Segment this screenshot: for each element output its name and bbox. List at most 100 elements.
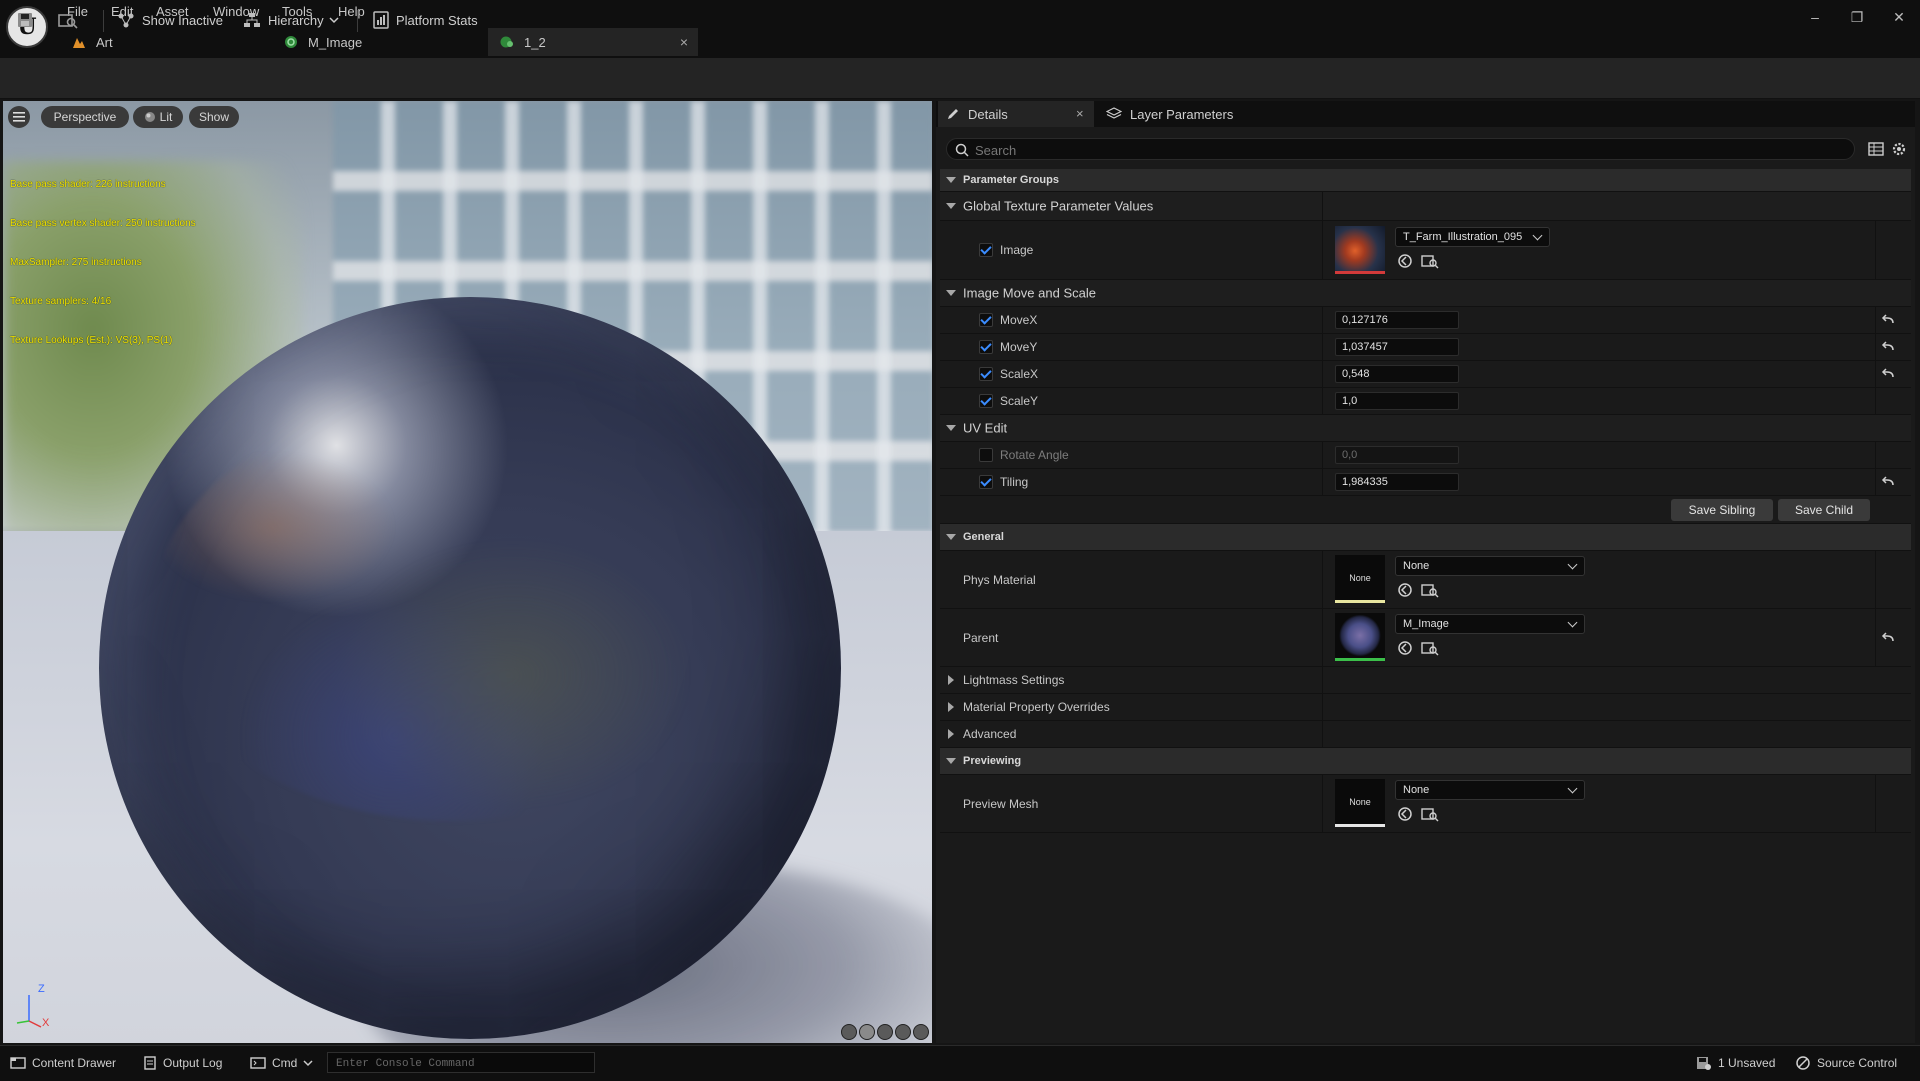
close-window-button[interactable]: ✕ xyxy=(1882,6,1916,28)
use-selected-icon[interactable] xyxy=(1397,253,1413,269)
unsaved-indicator[interactable]: 1 Unsaved xyxy=(1696,1054,1775,1072)
movex-checkbox[interactable] xyxy=(979,313,993,327)
save-child-button[interactable]: Save Child xyxy=(1778,499,1870,521)
tiling-input[interactable]: 1,984335 xyxy=(1335,473,1459,491)
lit-button[interactable]: Lit xyxy=(133,106,183,128)
parent-material-dropdown[interactable]: M_Image xyxy=(1395,614,1585,634)
cylinder-shape-icon[interactable] xyxy=(841,1024,857,1040)
browse-folder-icon[interactable] xyxy=(1421,253,1439,269)
movey-checkbox[interactable] xyxy=(979,340,993,354)
category-previewing[interactable]: Previewing xyxy=(940,748,1911,775)
pencil-icon xyxy=(948,109,958,119)
save-sibling-button[interactable]: Save Sibling xyxy=(1671,499,1773,521)
source-control-button[interactable]: Source Control xyxy=(1795,1054,1897,1072)
group-advanced[interactable]: Advanced xyxy=(940,721,1911,748)
collapse-arrow-icon xyxy=(948,729,954,739)
reset-to-default-icon[interactable] xyxy=(1880,474,1896,490)
table-view-icon[interactable] xyxy=(1868,141,1884,157)
phys-material-dropdown[interactable]: None xyxy=(1395,556,1585,576)
show-button[interactable]: Show xyxy=(189,106,239,128)
browse-folder-icon[interactable] xyxy=(1421,806,1439,822)
group-material-property-overrides[interactable]: Material Property Overrides xyxy=(940,694,1911,721)
content-drawer-button[interactable]: Content Drawer xyxy=(10,1054,116,1072)
tab-layer-parameters[interactable]: Layer Parameters xyxy=(1098,101,1278,127)
browse-asset-button[interactable] xyxy=(58,8,85,32)
content-drawer-icon xyxy=(10,1057,26,1069)
column-divider xyxy=(1875,442,1876,468)
lit-label: Lit xyxy=(159,110,173,124)
search-box[interactable] xyxy=(946,138,1855,160)
viewport-options-button[interactable] xyxy=(8,106,30,128)
material-preview-viewport[interactable]: Perspective Lit Show Base pass shader: 2… xyxy=(3,101,932,1043)
movex-input[interactable]: 0,127176 xyxy=(1335,311,1459,329)
output-log-button[interactable]: Output Log xyxy=(143,1054,222,1072)
save-button[interactable] xyxy=(16,8,41,32)
hamburger-menu-icon xyxy=(13,112,25,122)
search-input[interactable] xyxy=(973,141,1837,159)
column-divider xyxy=(1875,361,1876,387)
settings-gear-icon[interactable] xyxy=(1891,141,1907,157)
reset-to-default-icon[interactable] xyxy=(1880,312,1896,328)
browse-folder-icon[interactable] xyxy=(1421,640,1439,656)
use-selected-icon[interactable] xyxy=(1397,640,1413,656)
group-image-move-scale[interactable]: Image Move and Scale xyxy=(940,280,1911,307)
category-label: Parameter Groups xyxy=(963,174,1059,186)
group-global-texture[interactable]: Global Texture Parameter Values xyxy=(940,192,1911,221)
close-tab-icon[interactable]: × xyxy=(680,34,688,50)
parent-material-thumbnail[interactable] xyxy=(1335,613,1385,661)
minimize-button[interactable]: – xyxy=(1798,6,1832,28)
tab-details[interactable]: Details × xyxy=(938,101,1094,127)
chevron-down-icon xyxy=(329,17,339,24)
reset-to-default-icon[interactable] xyxy=(1880,630,1896,646)
stat-line: MaxSampler: 275 instructions xyxy=(10,257,142,268)
restore-button[interactable]: ❐ xyxy=(1840,6,1874,28)
texture-asset-dropdown[interactable]: T_Farm_Illustration_095 xyxy=(1395,227,1550,247)
show-inactive-button[interactable]: Show Inactive xyxy=(117,8,223,32)
scalex-input[interactable]: 0,548 xyxy=(1335,365,1459,383)
preview-mesh-thumbnail[interactable]: None xyxy=(1335,779,1385,827)
rotate-angle-input[interactable]: 0,0 xyxy=(1335,446,1459,464)
use-selected-icon[interactable] xyxy=(1397,582,1413,598)
movey-input[interactable]: 1,037457 xyxy=(1335,338,1459,356)
plane-shape-icon[interactable] xyxy=(877,1024,893,1040)
sphere-shape-icon[interactable] xyxy=(859,1024,875,1040)
name-column xyxy=(940,469,1323,495)
image-checkbox[interactable] xyxy=(979,243,993,257)
preview-mesh-dropdown[interactable]: None xyxy=(1395,780,1585,800)
property-label: Parent xyxy=(963,630,999,645)
scaley-checkbox[interactable] xyxy=(979,394,993,408)
stat-line: Texture Lookups (Est.): VS(3), PS(1) xyxy=(10,335,173,346)
category-general[interactable]: General xyxy=(940,524,1911,551)
row-phys-material: Phys Material None None xyxy=(940,551,1911,609)
group-lightmass-settings[interactable]: Lightmass Settings xyxy=(940,667,1911,694)
use-selected-icon[interactable] xyxy=(1397,806,1413,822)
reset-to-default-icon[interactable] xyxy=(1880,339,1896,355)
group-uv-edit[interactable]: UV Edit xyxy=(940,415,1911,442)
perspective-button[interactable]: Perspective xyxy=(41,106,129,128)
browse-folder-icon[interactable] xyxy=(1421,582,1439,598)
column-divider xyxy=(1875,551,1876,608)
scaley-input[interactable]: 1,0 xyxy=(1335,392,1459,410)
tab-m-image[interactable]: M_Image xyxy=(272,28,482,56)
param-label: ScaleY xyxy=(1000,394,1039,408)
tab-1-2[interactable]: 1_2 × xyxy=(488,28,698,56)
cmd-dropdown[interactable]: Cmd xyxy=(250,1054,319,1072)
custom-mesh-icon[interactable] xyxy=(913,1024,929,1040)
cube-shape-icon[interactable] xyxy=(895,1024,911,1040)
console-command-input[interactable] xyxy=(334,1055,588,1072)
close-tab-icon[interactable]: × xyxy=(1076,106,1084,121)
group-label: Material Property Overrides xyxy=(963,700,1110,714)
tiling-checkbox[interactable] xyxy=(979,475,993,489)
tab-art[interactable]: Art xyxy=(60,28,260,56)
hierarchy-dropdown[interactable]: Hierarchy xyxy=(243,8,346,32)
platform-stats-button[interactable]: Platform Stats xyxy=(373,8,478,32)
rotate-angle-checkbox[interactable] xyxy=(979,448,993,462)
toolbar-divider xyxy=(357,10,358,32)
console-command-box[interactable] xyxy=(327,1052,595,1073)
reset-to-default-icon[interactable] xyxy=(1880,366,1896,382)
scalex-checkbox[interactable] xyxy=(979,367,993,381)
param-label: Tiling xyxy=(1000,475,1029,489)
phys-material-thumbnail[interactable]: None xyxy=(1335,555,1385,603)
category-parameter-groups[interactable]: Parameter Groups xyxy=(940,169,1911,192)
texture-thumbnail[interactable] xyxy=(1335,226,1385,274)
